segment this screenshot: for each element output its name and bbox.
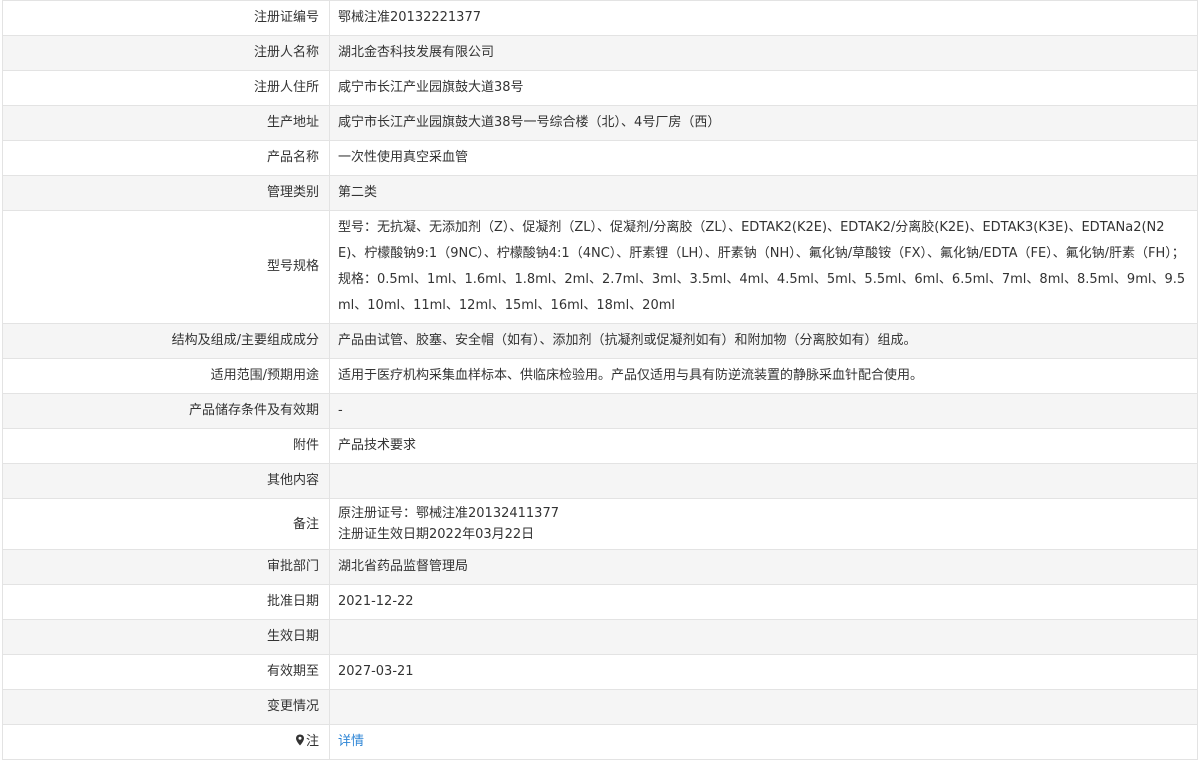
table-row: 管理类别 第二类: [2, 175, 1198, 211]
table-row: 生产地址 咸宁市长江产业园旗鼓大道38号一号综合楼（北）、4号厂房（西）: [2, 105, 1198, 141]
table-row: 产品名称 一次性使用真空采血管: [2, 140, 1198, 176]
row-label: 有效期至: [2, 654, 330, 690]
row-label: 备注: [2, 498, 330, 550]
table-row: 型号规格 型号：无抗凝、无添加剂（Z）、促凝剂（ZL）、促凝剂/分离胶（ZL）、…: [2, 210, 1198, 324]
row-label: 生效日期: [2, 619, 330, 655]
table-row: 审批部门 湖北省药品监督管理局: [2, 549, 1198, 585]
row-label: 注册证编号: [2, 0, 330, 36]
table-row: 生效日期: [2, 619, 1198, 655]
table-row: 批准日期 2021-12-22: [2, 584, 1198, 620]
table-row: 备注 原注册证号：鄂械注准20132411377 注册证生效日期2022年03月…: [2, 498, 1198, 550]
row-label: 注册人住所: [2, 70, 330, 106]
row-value: 原注册证号：鄂械注准20132411377 注册证生效日期2022年03月22日: [329, 498, 1198, 550]
table-row: 注 详情: [2, 724, 1198, 760]
table-row: 结构及组成/主要组成成分 产品由试管、胶塞、安全帽（如有）、添加剂（抗凝剂或促凝…: [2, 323, 1198, 359]
row-label: 生产地址: [2, 105, 330, 141]
row-value: 详情: [329, 724, 1198, 760]
row-value: 产品由试管、胶塞、安全帽（如有）、添加剂（抗凝剂或促凝剂如有）和附加物（分离胶如…: [329, 323, 1198, 359]
row-label: 管理类别: [2, 175, 330, 211]
registration-detail: 注册证编号 鄂械注准20132221377 注册人名称 湖北金杏科技发展有限公司…: [2, 0, 1198, 760]
row-label: 变更情况: [2, 689, 330, 725]
row-value: -: [329, 393, 1198, 429]
table-row: 变更情况: [2, 689, 1198, 725]
table-row: 产品储存条件及有效期 -: [2, 393, 1198, 429]
table-row: 注册证编号 鄂械注准20132221377: [2, 0, 1198, 36]
row-label: 产品储存条件及有效期: [2, 393, 330, 429]
row-label: 型号规格: [2, 210, 330, 324]
effective-date-note: 注册证生效日期2022年03月22日: [338, 527, 535, 542]
details-link[interactable]: 详情: [338, 734, 364, 749]
row-label: 批准日期: [2, 584, 330, 620]
row-value: 一次性使用真空采血管: [329, 140, 1198, 176]
row-label: 适用范围/预期用途: [2, 358, 330, 394]
row-value: 湖北省药品监督管理局: [329, 549, 1198, 585]
table-row: 附件 产品技术要求: [2, 428, 1198, 464]
row-value: 咸宁市长江产业园旗鼓大道38号: [329, 70, 1198, 106]
row-value: 咸宁市长江产业园旗鼓大道38号一号综合楼（北）、4号厂房（西）: [329, 105, 1198, 141]
row-value: 鄂械注准20132221377: [329, 0, 1198, 36]
row-value: 2021-12-22: [329, 584, 1198, 620]
registration-detail-table: 注册证编号 鄂械注准20132221377 注册人名称 湖北金杏科技发展有限公司…: [2, 0, 1198, 760]
row-value: 湖北金杏科技发展有限公司: [329, 35, 1198, 71]
row-label: 其他内容: [2, 463, 330, 499]
table-row: 注册人名称 湖北金杏科技发展有限公司: [2, 35, 1198, 71]
table-row: 有效期至 2027-03-21: [2, 654, 1198, 690]
row-value: 2027-03-21: [329, 654, 1198, 690]
row-label: 注册人名称: [2, 35, 330, 71]
row-value: 型号：无抗凝、无添加剂（Z）、促凝剂（ZL）、促凝剂/分离胶（ZL）、EDTAK…: [329, 210, 1198, 324]
table-row: 注册人住所 咸宁市长江产业园旗鼓大道38号: [2, 70, 1198, 106]
row-value: [329, 619, 1198, 655]
row-label: 产品名称: [2, 140, 330, 176]
note-label: 注: [305, 734, 319, 749]
row-value: 产品技术要求: [329, 428, 1198, 464]
row-value: 适用于医疗机构采集血样标本、供临床检验用。产品仅适用与具有防逆流装置的静脉采血针…: [329, 358, 1198, 394]
row-label: 附件: [2, 428, 330, 464]
row-value: [329, 463, 1198, 499]
table-row: 适用范围/预期用途 适用于医疗机构采集血样标本、供临床检验用。产品仅适用与具有防…: [2, 358, 1198, 394]
row-value: [329, 689, 1198, 725]
original-registration-number: 原注册证号：鄂械注准20132411377: [338, 506, 559, 521]
row-label: 注: [2, 724, 330, 760]
map-pin-icon: [295, 734, 304, 746]
row-label: 审批部门: [2, 549, 330, 585]
row-value: 第二类: [329, 175, 1198, 211]
table-row: 其他内容: [2, 463, 1198, 499]
row-label: 结构及组成/主要组成成分: [2, 323, 330, 359]
